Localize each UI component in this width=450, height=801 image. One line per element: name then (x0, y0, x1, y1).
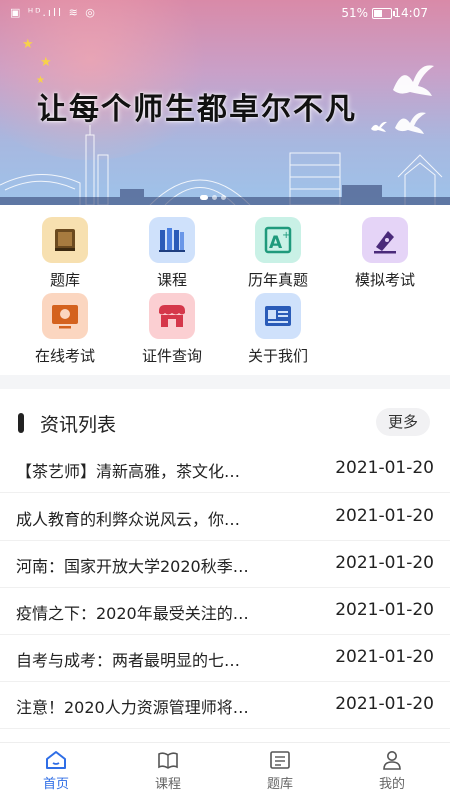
pen-icon (362, 217, 408, 263)
tab-mine[interactable]: 我的 (336, 743, 448, 801)
question-bank-icon (269, 750, 291, 770)
a-plus-icon: A + (255, 217, 301, 263)
open-book-icon (157, 750, 179, 770)
dove-icon (393, 65, 434, 96)
battery-percent: 51% (341, 6, 368, 20)
bottom-tab-bar: 首页 课程 题库 我的 (0, 742, 450, 801)
news-item-title: 河南：国家开放大学2020秋季… (16, 557, 249, 576)
news-item-date: 2021-01-20 (335, 553, 434, 573)
news-header: 资讯列表 更多 (0, 389, 450, 449)
id-card-icon (255, 293, 301, 339)
menu-item-question-bank[interactable]: 题库 (15, 217, 115, 290)
clock: 14:07 (393, 6, 428, 20)
menu-label: 题库 (49, 271, 80, 289)
news-item-title: 成人教育的利弊众说风云，你… (16, 510, 241, 529)
news-item[interactable]: 【茶艺师】清新高雅，茶文化… 2021-01-20 (0, 446, 450, 493)
battery-icon (372, 8, 395, 19)
menu-label: 在线考试 (34, 347, 95, 365)
menu-item-certificate-query[interactable]: 证件查询 (122, 293, 222, 366)
more-button[interactable]: 更多 (376, 408, 430, 436)
news-item-date: 2021-01-20 (335, 647, 434, 667)
news-item-title: 【茶艺师】清新高雅，茶文化… (16, 462, 241, 481)
carousel-dot[interactable] (221, 195, 226, 200)
star-icon: ★ (40, 55, 52, 70)
news-item[interactable]: 疫情之下：2020年最受关注的… 2021-01-20 (0, 588, 450, 635)
tab-label: 首页 (42, 777, 69, 792)
signal-icons: ▣ ᴴᴰ.ıll ≋ ◎ (10, 6, 97, 19)
store-icon (149, 293, 195, 339)
svg-text:+: + (282, 230, 290, 241)
menu-label: 关于我们 (247, 347, 308, 365)
tab-home[interactable]: 首页 (0, 743, 112, 801)
news-item[interactable]: 注意！2020人力资源管理师将… 2021-01-20 (0, 682, 450, 729)
news-item[interactable]: 成人教育的利弊众说风云，你… 2021-01-20 (0, 494, 450, 541)
menu-label: 证件查询 (141, 347, 202, 365)
tab-course[interactable]: 课程 (112, 743, 224, 801)
carousel-dot[interactable] (212, 195, 217, 200)
tab-label: 课程 (154, 777, 181, 792)
news-item-date: 2021-01-20 (335, 694, 434, 714)
menu-label: 模拟考试 (354, 271, 415, 289)
news-item-date: 2021-01-20 (335, 600, 434, 620)
news-item-date: 2021-01-20 (335, 458, 434, 478)
news-item-title: 自考与成考：两者最明显的七… (16, 651, 241, 670)
menu-label: 课程 (156, 271, 187, 289)
carousel-dot[interactable] (200, 195, 208, 200)
section-bar-icon (18, 413, 24, 433)
star-icon: ★ (22, 37, 34, 52)
menu-item-about-us[interactable]: 关于我们 (228, 293, 328, 366)
status-bar: ▣ ᴴᴰ.ıll ≋ ◎ 51% 14:07 (0, 0, 450, 26)
tab-question-bank[interactable]: 题库 (224, 743, 336, 801)
news-item[interactable]: 河南：国家开放大学2020秋季… 2021-01-20 (0, 541, 450, 588)
books-shelf-icon (149, 217, 195, 263)
banner[interactable]: ★ ★ ★ ▣ ᴴᴰ.ıll ≋ ◎ 51% 14:07 让每个师生都卓尔不凡 (0, 0, 450, 205)
news-title: 资讯列表 (40, 414, 117, 436)
book-icon (42, 217, 88, 263)
section-divider (0, 375, 450, 389)
news-item-date: 2021-01-20 (335, 506, 434, 526)
menu-item-online-exam[interactable]: 在线考试 (15, 293, 115, 366)
home-icon (45, 750, 67, 770)
menu-item-past-exams[interactable]: A + 历年真题 (228, 217, 328, 290)
banner-slogan: 让每个师生都卓尔不凡 (37, 92, 357, 127)
menu-label: 历年真题 (247, 271, 308, 289)
news-item[interactable]: 自考与成考：两者最明显的七… 2021-01-20 (0, 635, 450, 682)
tab-label: 我的 (378, 777, 405, 792)
news-item-title: 疫情之下：2020年最受关注的… (16, 604, 249, 623)
monitor-icon (42, 293, 88, 339)
carousel-indicator (200, 185, 250, 200)
news-item-title: 注意！2020人力资源管理师将… (16, 698, 249, 717)
menu-item-mock-exam[interactable]: 模拟考试 (335, 217, 435, 290)
function-menu: 题库 课程 A + 历年真题 模拟考试 在线考试 证件查询 关于我们 (0, 205, 450, 375)
menu-item-course[interactable]: 课程 (122, 217, 222, 290)
user-icon (381, 750, 403, 770)
svg-text:A: A (269, 233, 283, 253)
tab-label: 题库 (266, 777, 293, 792)
